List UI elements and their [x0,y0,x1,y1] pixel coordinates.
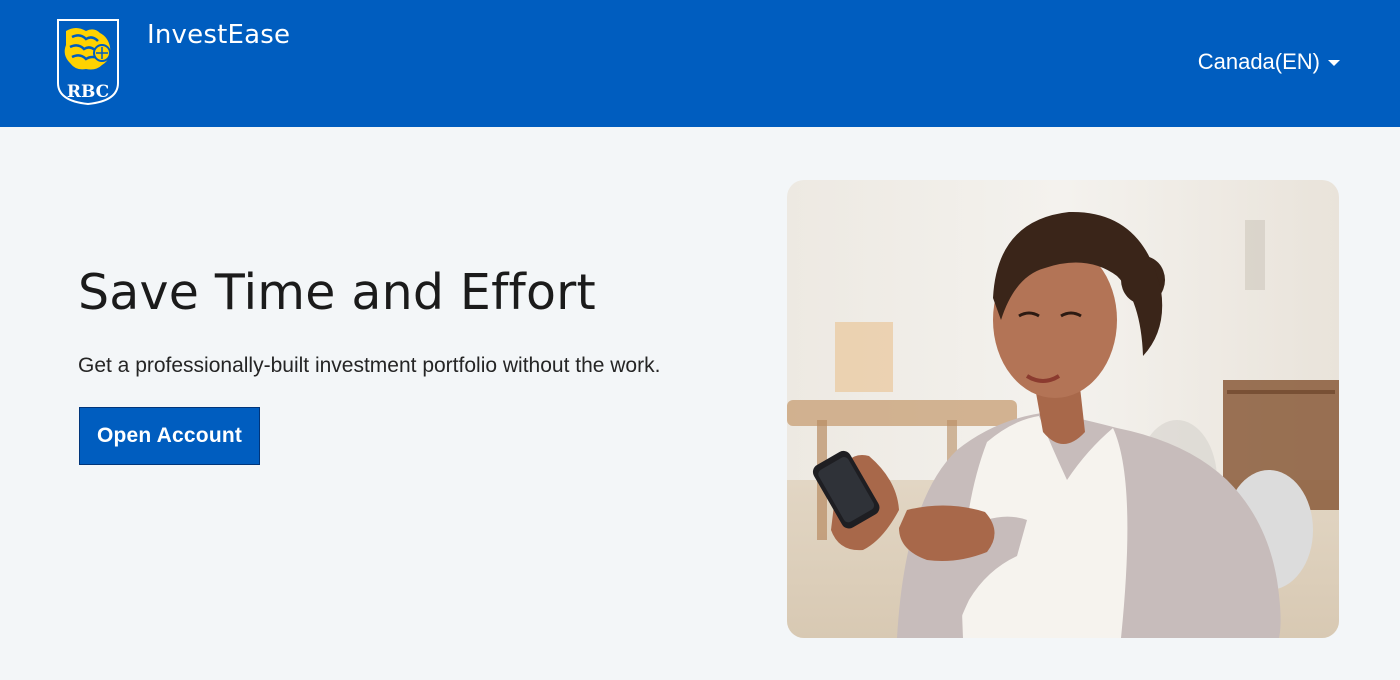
locale-selector[interactable]: Canada(EN) [1198,49,1340,75]
hero-photo [787,180,1339,638]
rbc-logo[interactable]: RBC [56,19,120,106]
hero-title: Save Time and Effort [78,264,596,321]
hero-subtitle: Get a professionally-built investment po… [78,354,661,377]
site-header: RBC InvestEase Canada(EN) [0,0,1400,127]
brand-name[interactable]: InvestEase [147,20,290,50]
open-account-button[interactable]: Open Account [79,407,260,465]
rbc-lion-shield-icon: RBC [57,19,119,106]
woman-with-phone-image [787,180,1339,638]
caret-down-icon [1328,60,1340,66]
logo-text: RBC [67,82,109,102]
locale-label: Canada(EN) [1197,49,1320,74]
